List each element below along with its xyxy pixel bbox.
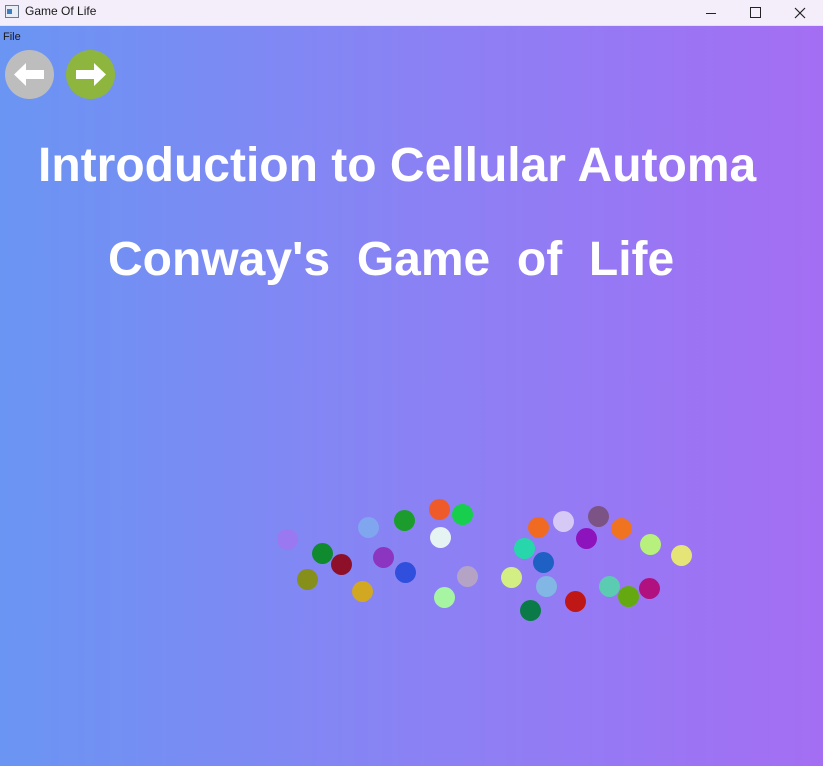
- particle-dot: [429, 499, 450, 520]
- app-window: Game Of Life File Introduction to Cellul…: [0, 0, 823, 766]
- particle-dot: [533, 552, 554, 573]
- particle-dot: [576, 528, 597, 549]
- particle-dot: [395, 562, 416, 583]
- particle-dot: [553, 511, 574, 532]
- particle-dot: [611, 518, 632, 539]
- particle-dot: [565, 591, 586, 612]
- particle-dot: [331, 554, 352, 575]
- particle-dot: [520, 600, 541, 621]
- particle-dot: [373, 547, 394, 568]
- particle-dot: [352, 581, 373, 602]
- particle-dot: [452, 504, 473, 525]
- window-title: Game Of Life: [25, 4, 97, 18]
- particle-dot: [588, 506, 609, 527]
- particle-dot: [394, 510, 415, 531]
- particle-dot: [514, 538, 535, 559]
- particle-dot: [639, 578, 660, 599]
- minimize-button[interactable]: [688, 0, 734, 25]
- particle-dot: [501, 567, 522, 588]
- particle-dot: [358, 517, 379, 538]
- particle-dot: [671, 545, 692, 566]
- particle-cluster: [0, 26, 823, 766]
- particle-dot: [536, 576, 557, 597]
- slide-canvas: File Introduction to Cellular Automa Con…: [0, 26, 823, 766]
- particle-dot: [277, 529, 298, 550]
- particle-dot: [618, 586, 639, 607]
- maximize-button[interactable]: [732, 0, 778, 25]
- particle-dot: [312, 543, 333, 564]
- close-icon: [794, 7, 806, 18]
- particle-dot: [528, 517, 549, 538]
- app-icon: [5, 5, 19, 18]
- particle-dot: [430, 527, 451, 548]
- particle-dot: [434, 587, 455, 608]
- title-bar[interactable]: Game Of Life: [0, 0, 823, 26]
- particle-dot: [457, 566, 478, 587]
- maximize-icon: [749, 7, 761, 18]
- particle-dot: [640, 534, 661, 555]
- particle-dot: [599, 576, 620, 597]
- close-button[interactable]: [777, 0, 823, 25]
- particle-dot: [297, 569, 318, 590]
- minimize-icon: [706, 13, 716, 14]
